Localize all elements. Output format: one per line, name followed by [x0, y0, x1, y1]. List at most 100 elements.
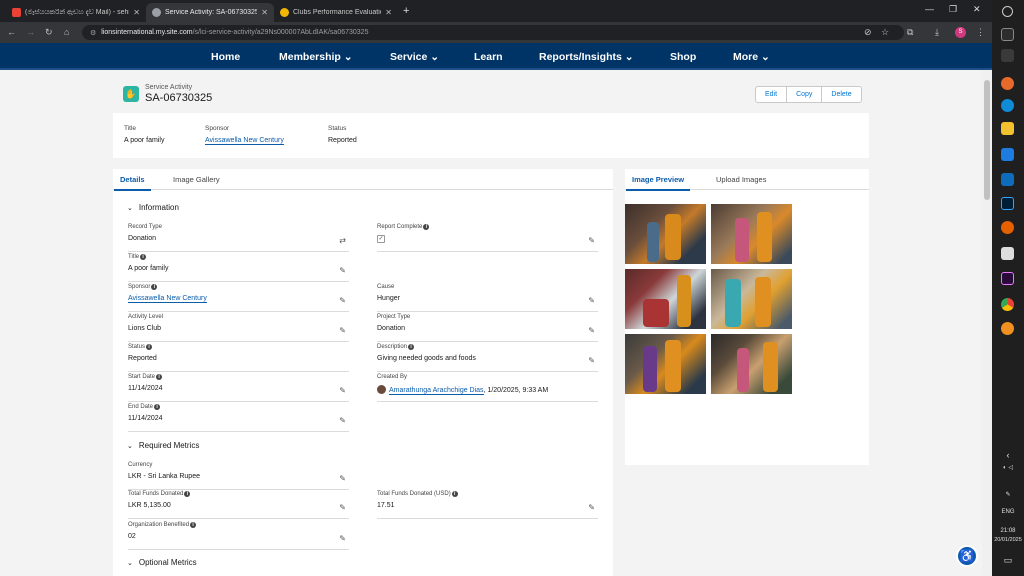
- tab-details[interactable]: Details: [114, 175, 151, 191]
- nav-service[interactable]: Service ⌄: [390, 51, 439, 63]
- widgets-icon[interactable]: [1001, 49, 1014, 62]
- info-icon[interactable]: i: [423, 224, 430, 230]
- app-icon[interactable]: [1001, 247, 1014, 260]
- edit-pencil-icon[interactable]: ✎: [588, 356, 595, 365]
- gallery-image[interactable]: [711, 334, 792, 394]
- info-icon[interactable]: i: [190, 522, 197, 528]
- gallery-image[interactable]: [625, 334, 706, 394]
- edit-pencil-icon[interactable]: ✎: [339, 534, 346, 543]
- section-required-metrics[interactable]: ⌄ Required Metrics: [127, 441, 199, 450]
- task-view-icon[interactable]: [1001, 28, 1014, 41]
- info-icon[interactable]: i: [154, 404, 161, 410]
- language-indicator[interactable]: ENG: [992, 509, 1024, 515]
- clock-time[interactable]: 21:08: [992, 528, 1024, 534]
- close-icon[interactable]: ✕: [133, 8, 140, 17]
- info-icon[interactable]: i: [151, 284, 158, 290]
- media-player-icon[interactable]: [1001, 322, 1014, 335]
- nav-more[interactable]: More ⌄: [733, 51, 770, 63]
- notification-icon[interactable]: ▭: [992, 555, 1024, 566]
- highlight-sponsor-link[interactable]: Avissawella New Century: [205, 137, 284, 145]
- tab-image-gallery[interactable]: Image Gallery: [173, 175, 220, 184]
- close-icon[interactable]: ✕: [385, 8, 392, 17]
- info-icon[interactable]: i: [146, 344, 153, 350]
- nav-shop[interactable]: Shop: [670, 51, 696, 63]
- site-info-icon[interactable]: ⚙: [90, 29, 96, 37]
- section-information[interactable]: ⌄ Information: [127, 203, 179, 212]
- info-icon[interactable]: i: [156, 374, 163, 380]
- scrollbar-thumb[interactable]: [984, 80, 990, 200]
- firefox-icon[interactable]: [1001, 221, 1014, 234]
- gallery-image[interactable]: [625, 269, 706, 329]
- new-tab-button[interactable]: +: [403, 5, 409, 17]
- eye-off-icon[interactable]: ⊘: [864, 27, 872, 38]
- section-optional-metrics[interactable]: ⌄ Optional Metrics: [127, 558, 197, 567]
- microsoft-store-icon[interactable]: [1001, 148, 1014, 161]
- report-complete-checkbox[interactable]: ✓: [377, 235, 385, 243]
- clock-date[interactable]: 20/01/2025: [992, 537, 1024, 543]
- menu-icon[interactable]: ⋮: [976, 27, 985, 38]
- info-icon[interactable]: i: [451, 491, 458, 497]
- sponsor-link[interactable]: Avissawella New Century: [128, 295, 207, 303]
- edge-icon[interactable]: [1001, 99, 1014, 112]
- premiere-icon[interactable]: [1001, 272, 1014, 285]
- browser-tab-service-activity[interactable]: Service Activity: SA-06730325 ✕: [146, 3, 274, 22]
- edit-pencil-icon[interactable]: ✎: [588, 296, 595, 305]
- volume-icon[interactable]: ◐ ◁: [992, 464, 1024, 471]
- browser-tab-bar: (මෑස්යයකරින් ඇඩහ දැව් Mail) - sehi ✕ Ser…: [0, 0, 992, 22]
- nav-learn[interactable]: Learn: [474, 51, 503, 63]
- forward-icon[interactable]: →: [26, 27, 35, 37]
- info-icon[interactable]: i: [184, 491, 191, 497]
- nav-membership[interactable]: Membership ⌄: [279, 51, 353, 63]
- bookmark-star-icon[interactable]: ☆: [881, 27, 889, 38]
- edit-pencil-icon[interactable]: ✎: [339, 416, 346, 425]
- edit-pencil-icon[interactable]: ✎: [588, 236, 595, 245]
- edit-pencil-icon[interactable]: ✎: [339, 266, 346, 275]
- page-scrollbar[interactable]: [982, 70, 992, 576]
- window-close-icon[interactable]: ✕: [973, 4, 981, 15]
- url-input[interactable]: ⚙ lionsinternational.my.site.com /s/lci-…: [82, 25, 904, 40]
- edit-pencil-icon[interactable]: ✎: [339, 326, 346, 335]
- field-value: A poor family: [128, 265, 169, 272]
- minimize-icon[interactable]: —: [925, 4, 934, 14]
- copy-button[interactable]: Copy: [787, 87, 823, 102]
- field-report-complete: Report Complete i ✓ ✎: [377, 224, 598, 252]
- search-icon[interactable]: [1002, 6, 1013, 17]
- reload-icon[interactable]: ↻: [45, 27, 53, 38]
- pen-icon[interactable]: ✎: [992, 491, 1024, 498]
- download-icon[interactable]: ⤓: [935, 27, 939, 38]
- nav-home[interactable]: Home: [211, 51, 240, 63]
- chrome-icon[interactable]: [1001, 298, 1014, 311]
- browser-tab-clubs-performance[interactable]: Clubs Performance Evaluation D ✕: [274, 3, 398, 22]
- change-record-type-icon[interactable]: ⇄: [339, 236, 346, 245]
- tab-upload-images[interactable]: Upload Images: [716, 175, 766, 184]
- mail-icon[interactable]: [1001, 173, 1014, 186]
- back-icon[interactable]: ←: [7, 27, 16, 37]
- copilot-icon[interactable]: [1001, 77, 1014, 90]
- profile-avatar[interactable]: S: [955, 27, 966, 38]
- edit-pencil-icon[interactable]: ✎: [339, 503, 346, 512]
- restore-icon[interactable]: ❐: [949, 4, 957, 15]
- gallery-image[interactable]: [711, 269, 792, 329]
- gallery-image[interactable]: [711, 204, 792, 264]
- created-by-user-link[interactable]: Amarathunga Arachchige Dias: [389, 387, 484, 395]
- browser-tab-gmail[interactable]: (මෑස්යයකරින් ඇඩහ දැව් Mail) - sehi ✕: [6, 3, 146, 22]
- chevron-up-icon[interactable]: ‹: [992, 450, 1024, 460]
- home-icon[interactable]: ⌂: [64, 27, 69, 37]
- close-icon[interactable]: ✕: [261, 8, 268, 17]
- accessibility-button[interactable]: ♿: [956, 545, 978, 567]
- info-icon[interactable]: i: [408, 344, 415, 350]
- edit-button[interactable]: Edit: [756, 87, 788, 102]
- tab-image-preview[interactable]: Image Preview: [625, 175, 691, 191]
- file-explorer-icon[interactable]: [1001, 122, 1014, 135]
- edit-pencil-icon[interactable]: ✎: [588, 503, 595, 512]
- edit-pencil-icon[interactable]: ✎: [339, 474, 346, 483]
- edit-pencil-icon[interactable]: ✎: [588, 326, 595, 335]
- delete-button[interactable]: Delete: [822, 87, 860, 102]
- nav-reports-insights[interactable]: Reports/Insights ⌄: [539, 51, 634, 63]
- edit-pencil-icon[interactable]: ✎: [339, 296, 346, 305]
- photoshop-icon[interactable]: [1001, 197, 1014, 210]
- extensions-icon[interactable]: ⧉: [907, 27, 913, 38]
- edit-pencil-icon[interactable]: ✎: [339, 386, 346, 395]
- gallery-image[interactable]: [625, 204, 706, 264]
- info-icon[interactable]: i: [140, 254, 147, 260]
